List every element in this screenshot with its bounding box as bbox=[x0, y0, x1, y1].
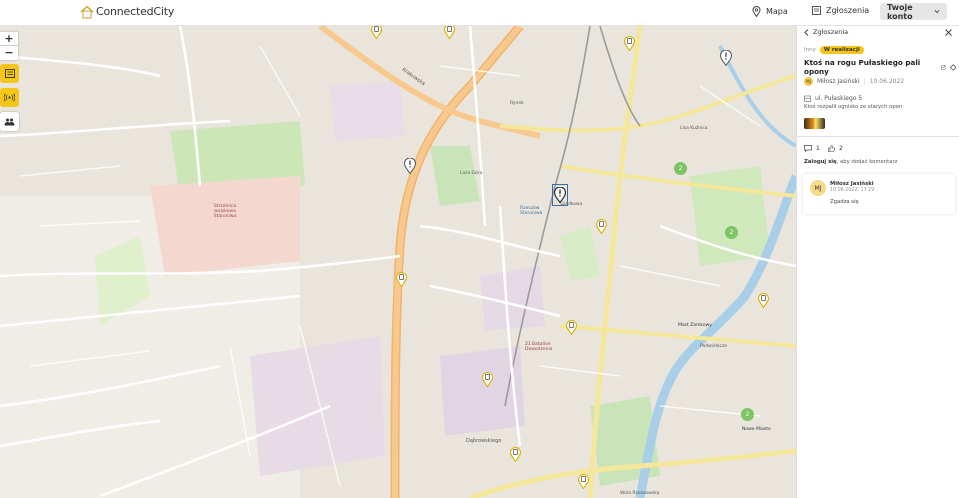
account-label: Twoje konto bbox=[887, 2, 913, 21]
map-label: Rynek bbox=[510, 101, 524, 106]
list-icon bbox=[4, 69, 15, 78]
thumbs-up-icon bbox=[828, 145, 835, 152]
comments-counter[interactable]: 1 bbox=[804, 145, 820, 152]
map-label: Dąbrowskiego bbox=[466, 438, 502, 444]
divider bbox=[797, 136, 959, 137]
comment-avatar: MJ bbox=[810, 180, 826, 196]
traffic-pin-icon[interactable] bbox=[596, 219, 607, 234]
zoom-out-button[interactable]: − bbox=[0, 46, 18, 59]
author-name: Miłosz Jasiński bbox=[817, 78, 860, 85]
directions-icon[interactable] bbox=[949, 63, 956, 71]
comment-author: Miłosz Jasiński bbox=[830, 181, 874, 187]
chevron-down-icon bbox=[934, 9, 940, 14]
back-label: Zgłoszenia bbox=[813, 28, 849, 36]
sensors-button[interactable] bbox=[0, 88, 19, 107]
nav-map-label: Mapa bbox=[766, 7, 788, 16]
nav-reports-label: Zgłoszenia bbox=[826, 6, 870, 15]
chevron-left-icon bbox=[804, 28, 809, 36]
reports-icon bbox=[812, 6, 821, 15]
external-link-icon[interactable] bbox=[941, 64, 946, 70]
login-link[interactable]: Zaloguj się bbox=[804, 159, 837, 165]
app-logo[interactable]: ConnectedCity bbox=[80, 4, 175, 19]
traffic-pin-icon[interactable] bbox=[444, 26, 455, 39]
cluster-marker[interactable]: 2 bbox=[725, 226, 738, 239]
cluster-marker[interactable]: 2 bbox=[674, 162, 687, 175]
author-avatar: MJ bbox=[804, 77, 813, 86]
report-title: Ktoś na rogu Pułaskiego pali opony bbox=[804, 58, 921, 76]
list-view-button[interactable] bbox=[0, 64, 19, 83]
map-label: Rzeszów Staroniwa bbox=[520, 206, 543, 216]
comments-count: 1 bbox=[816, 145, 820, 152]
traffic-pin-icon[interactable] bbox=[566, 320, 577, 335]
traffic-pin-icon[interactable] bbox=[371, 26, 382, 39]
nav-reports[interactable]: Zgłoszenia bbox=[812, 6, 869, 15]
traffic-pin-icon[interactable] bbox=[624, 36, 635, 51]
selected-alert-pin-icon[interactable] bbox=[554, 187, 566, 203]
comment-timestamp: 10.06.2022, 17:29 bbox=[830, 188, 875, 193]
map-label: Podwisłocze bbox=[700, 344, 728, 349]
status-badge: W realizacji bbox=[819, 46, 864, 54]
comment-card: MJ Miłosz Jasiński 10.06.2022, 17:29 Zga… bbox=[803, 174, 955, 214]
map-label: 21 Batalion Dowodzenia bbox=[525, 342, 553, 352]
report-photo-thumbnail[interactable] bbox=[804, 118, 825, 129]
close-icon[interactable] bbox=[945, 29, 952, 36]
map-label: Lisia Góra bbox=[460, 171, 483, 176]
logo-text: ConnectedCity bbox=[96, 4, 175, 18]
traffic-pin-icon[interactable] bbox=[482, 372, 493, 387]
zoom-control: + − bbox=[0, 32, 18, 60]
cluster-count: 2 bbox=[729, 229, 734, 236]
report-address: ul. Pułaskiego 5 bbox=[815, 95, 863, 102]
traffic-pin-icon[interactable] bbox=[396, 272, 407, 287]
report-description: Ktoś rozpalił ognisko ze starych opon bbox=[804, 104, 903, 110]
likes-count: 2 bbox=[839, 145, 843, 152]
zoom-in-button[interactable]: + bbox=[0, 32, 18, 46]
cluster-count: 2 bbox=[678, 165, 683, 172]
broadcast-icon bbox=[4, 93, 15, 102]
back-link[interactable]: Zgłoszenia bbox=[804, 28, 848, 36]
map-label: Wola Rzeszowska bbox=[620, 491, 660, 496]
map-canvas bbox=[0, 26, 796, 498]
people-icon bbox=[4, 118, 15, 125]
map-label: Most Zamkowy bbox=[678, 323, 712, 328]
report-date: 10.06.2022 bbox=[869, 78, 905, 85]
comment-text: Zgadza się bbox=[830, 199, 859, 205]
alert-pin-icon[interactable] bbox=[404, 158, 416, 174]
map-label: Nowe Miasto bbox=[742, 427, 771, 432]
map-label: Lisa Kuźnica bbox=[680, 126, 708, 131]
map-label: Strzelnica wojskowa Staroniwa bbox=[213, 204, 237, 219]
map-view[interactable]: Krakowska Lisa Kuźnica Rynek Rzeszów Sta… bbox=[0, 26, 796, 498]
login-hint: , aby dodać komentarz bbox=[836, 159, 898, 165]
traffic-pin-icon[interactable] bbox=[758, 293, 769, 308]
category-label: Inny bbox=[804, 47, 816, 53]
map-pin-icon bbox=[752, 6, 761, 17]
comment-icon bbox=[804, 145, 812, 152]
traffic-pin-icon[interactable] bbox=[578, 474, 589, 489]
logo-house-icon bbox=[80, 4, 94, 19]
likes-counter[interactable]: 2 bbox=[828, 145, 843, 152]
report-detail-panel: Zgłoszenia Inny W realizacji Ktoś na rog… bbox=[796, 26, 959, 498]
account-dropdown[interactable]: Twoje konto bbox=[880, 2, 947, 21]
nav-map[interactable]: Mapa bbox=[752, 6, 788, 17]
cluster-marker[interactable]: 2 bbox=[741, 408, 754, 421]
cluster-count: 2 bbox=[745, 411, 750, 418]
separator: | bbox=[863, 78, 866, 85]
traffic-pin-icon[interactable] bbox=[510, 447, 521, 462]
building-icon bbox=[804, 95, 811, 102]
top-bar: ConnectedCity Mapa Zgłoszenia Twoje kont… bbox=[0, 0, 959, 26]
community-button[interactable] bbox=[0, 112, 19, 131]
alert-pin-icon[interactable] bbox=[720, 50, 732, 66]
